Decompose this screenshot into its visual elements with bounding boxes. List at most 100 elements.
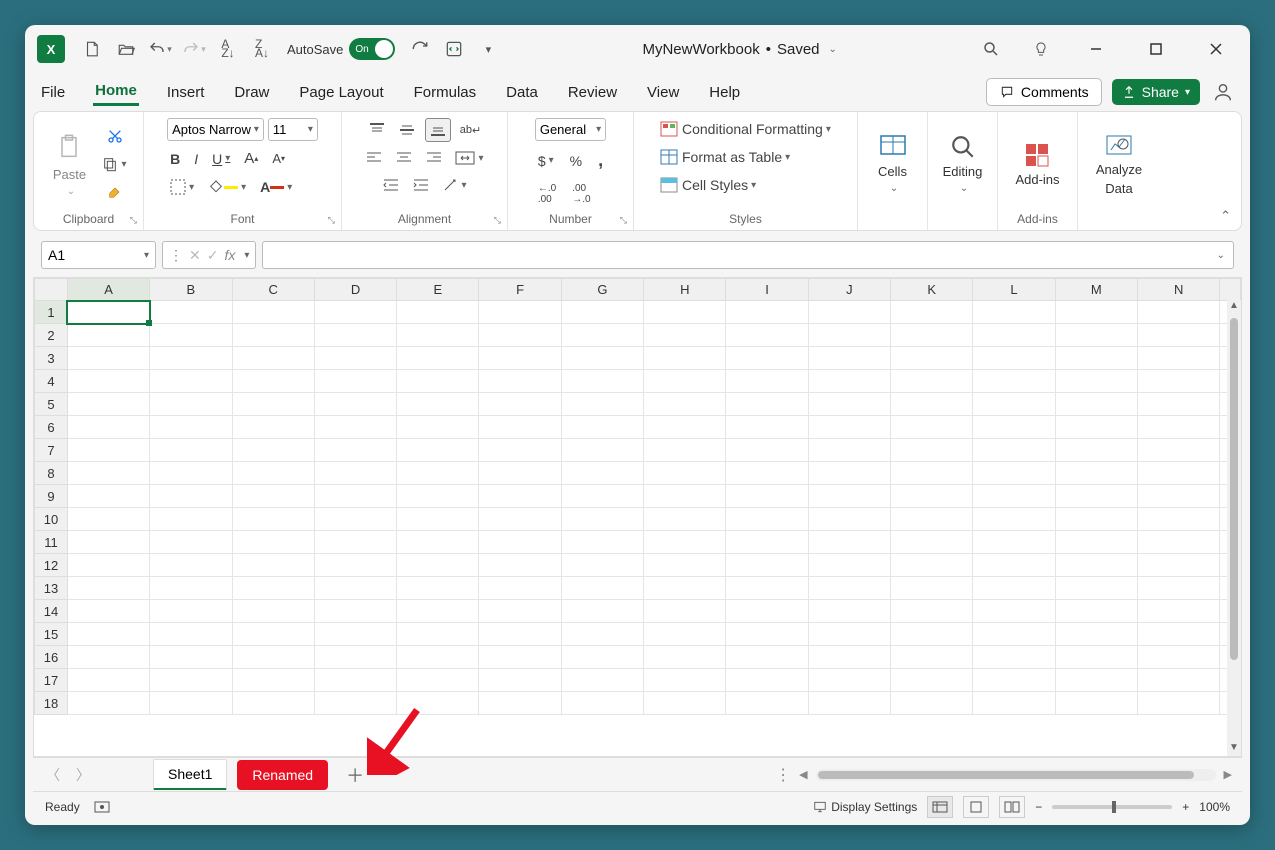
- cell[interactable]: [479, 416, 561, 439]
- cell[interactable]: [1055, 485, 1137, 508]
- column-header[interactable]: M: [1055, 279, 1137, 301]
- cell[interactable]: [1137, 301, 1219, 324]
- cell[interactable]: [1055, 393, 1137, 416]
- cell[interactable]: [973, 646, 1055, 669]
- cell[interactable]: [973, 370, 1055, 393]
- macro-record-icon[interactable]: [94, 800, 110, 814]
- cell[interactable]: [561, 301, 643, 324]
- cell[interactable]: [150, 393, 232, 416]
- collapse-ribbon-icon[interactable]: ⌃: [1220, 208, 1231, 224]
- cell[interactable]: [808, 370, 890, 393]
- cell[interactable]: [314, 393, 396, 416]
- tab-home[interactable]: Home: [93, 78, 139, 106]
- cell[interactable]: [726, 416, 808, 439]
- cell[interactable]: [808, 554, 890, 577]
- cell[interactable]: [973, 462, 1055, 485]
- column-header[interactable]: I: [726, 279, 808, 301]
- cell[interactable]: [232, 692, 314, 715]
- cell[interactable]: [397, 393, 479, 416]
- borders-icon[interactable]: ▾: [167, 176, 197, 198]
- cell[interactable]: [644, 324, 726, 347]
- cell[interactable]: [397, 485, 479, 508]
- sheet-tab-renamed[interactable]: Renamed: [237, 760, 328, 790]
- cell[interactable]: [397, 531, 479, 554]
- cell[interactable]: [479, 462, 561, 485]
- cell[interactable]: [808, 462, 890, 485]
- cell[interactable]: [397, 600, 479, 623]
- cell[interactable]: [808, 324, 890, 347]
- cell[interactable]: [397, 416, 479, 439]
- cell[interactable]: [67, 531, 149, 554]
- cell[interactable]: [891, 623, 973, 646]
- cell[interactable]: [479, 324, 561, 347]
- cell[interactable]: [973, 439, 1055, 462]
- row-header[interactable]: 9: [35, 485, 68, 508]
- cell[interactable]: [891, 554, 973, 577]
- scroll-down-icon[interactable]: ▼: [1229, 742, 1239, 756]
- maximize-button[interactable]: [1136, 34, 1176, 64]
- tab-data[interactable]: Data: [504, 80, 540, 105]
- cell[interactable]: [891, 462, 973, 485]
- cell[interactable]: [644, 623, 726, 646]
- align-middle-icon[interactable]: [395, 118, 419, 142]
- fx-icon[interactable]: fx: [224, 247, 235, 263]
- normal-view-icon[interactable]: [927, 796, 953, 818]
- cell[interactable]: [561, 393, 643, 416]
- cell[interactable]: [973, 669, 1055, 692]
- cell[interactable]: [644, 370, 726, 393]
- increase-indent-icon[interactable]: [409, 174, 433, 196]
- cell[interactable]: [232, 646, 314, 669]
- cell[interactable]: [314, 531, 396, 554]
- row-header[interactable]: 18: [35, 692, 68, 715]
- sort-desc-icon[interactable]: ZA↓: [247, 34, 277, 64]
- cell[interactable]: [479, 623, 561, 646]
- cell[interactable]: [479, 531, 561, 554]
- cell[interactable]: [726, 600, 808, 623]
- cell[interactable]: [232, 508, 314, 531]
- cell[interactable]: [973, 416, 1055, 439]
- cell[interactable]: [397, 646, 479, 669]
- cell[interactable]: [644, 416, 726, 439]
- cell[interactable]: [973, 347, 1055, 370]
- align-left-icon[interactable]: [362, 148, 386, 168]
- cell[interactable]: [973, 508, 1055, 531]
- cell[interactable]: [479, 439, 561, 462]
- page-layout-view-icon[interactable]: [963, 796, 989, 818]
- row-header[interactable]: 3: [35, 347, 68, 370]
- sync-icon[interactable]: [439, 34, 469, 64]
- row-header[interactable]: 17: [35, 669, 68, 692]
- tab-page-layout[interactable]: Page Layout: [297, 80, 385, 105]
- cell[interactable]: [150, 462, 232, 485]
- addins-button[interactable]: Add-ins: [1006, 142, 1070, 187]
- vertical-scrollbar[interactable]: ▲ ▼: [1227, 300, 1241, 756]
- close-button[interactable]: [1196, 34, 1236, 64]
- cell[interactable]: [1137, 485, 1219, 508]
- cell[interactable]: [314, 439, 396, 462]
- cell[interactable]: [397, 508, 479, 531]
- cell[interactable]: [67, 370, 149, 393]
- cell[interactable]: [1055, 692, 1137, 715]
- scroll-left-icon[interactable]: ◀: [799, 768, 807, 781]
- cell[interactable]: [479, 347, 561, 370]
- cell[interactable]: [150, 301, 232, 324]
- cell[interactable]: [232, 324, 314, 347]
- zoom-out-button[interactable]: −: [1035, 800, 1042, 814]
- cell[interactable]: [150, 485, 232, 508]
- cell[interactable]: [150, 439, 232, 462]
- cell[interactable]: [726, 393, 808, 416]
- cell[interactable]: [1055, 416, 1137, 439]
- column-header[interactable]: D: [314, 279, 396, 301]
- cell[interactable]: [891, 370, 973, 393]
- zoom-slider[interactable]: [1052, 805, 1172, 809]
- cell[interactable]: [479, 577, 561, 600]
- cell[interactable]: [150, 531, 232, 554]
- cell[interactable]: [1055, 324, 1137, 347]
- column-header[interactable]: A: [67, 279, 149, 301]
- cell[interactable]: [397, 324, 479, 347]
- cell[interactable]: [232, 462, 314, 485]
- cell[interactable]: [726, 508, 808, 531]
- cell[interactable]: [150, 646, 232, 669]
- cell[interactable]: [479, 600, 561, 623]
- cell[interactable]: [808, 439, 890, 462]
- cell[interactable]: [67, 485, 149, 508]
